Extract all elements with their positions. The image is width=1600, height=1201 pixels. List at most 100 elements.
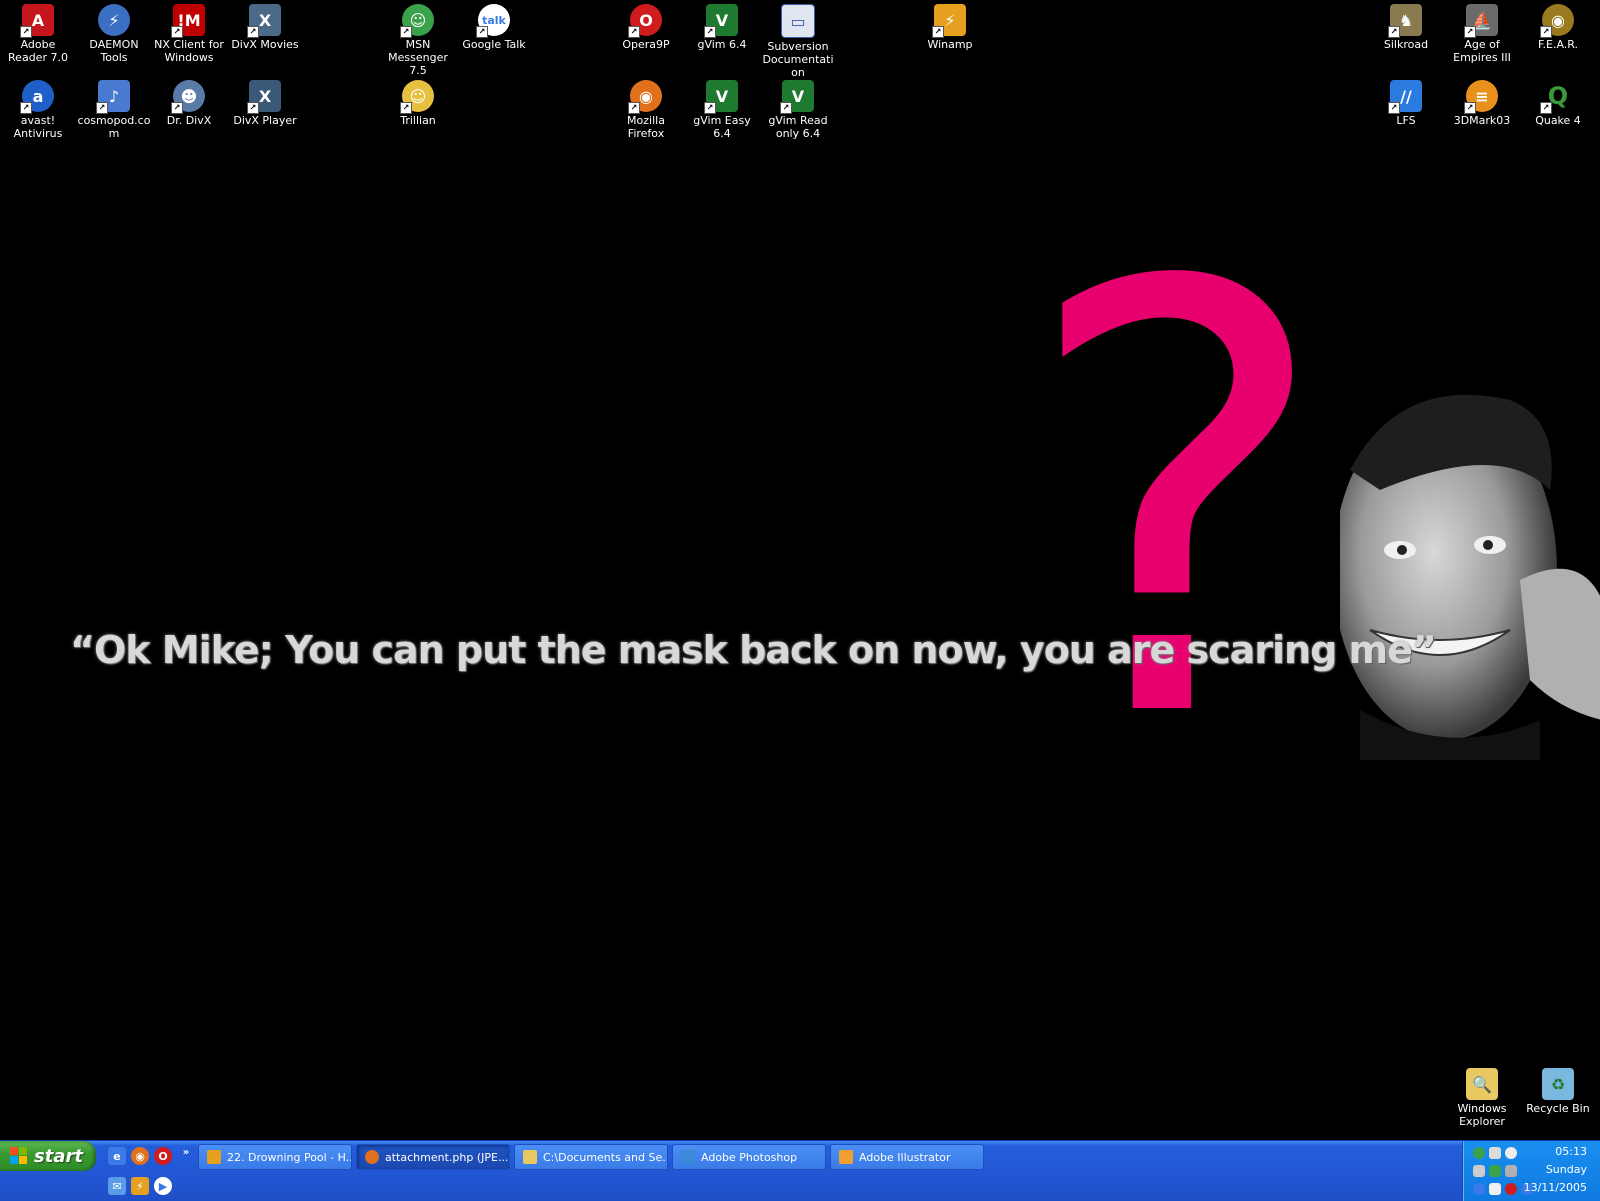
shortcut-arrow-icon: ↗ [171,26,183,38]
desktop-icon-subversion-doc[interactable]: ▭ Subversion Documentation [760,0,836,79]
clock-date: 13/11/2005 [1523,1181,1587,1194]
desktop-icon-dr-divx[interactable]: ☻ ↗ Dr. DivX [151,76,227,127]
desktop-icon-recycle-bin[interactable]: ♻ Recycle Bin [1520,1064,1596,1115]
show-more-chevron-icon[interactable]: » [177,1143,195,1161]
desktop-icon-gvim[interactable]: V ↗ gVim 6.4 [684,0,760,51]
start-label: start [34,1145,83,1167]
icon-label: gVim Easy 6.4 [693,114,751,140]
icon-label: DivX Movies [231,38,299,51]
antivirus-tray-icon[interactable] [1505,1183,1517,1195]
icon-label: NX Client for Windows [154,38,224,64]
shortcut-arrow-icon: ↗ [1388,26,1400,38]
icon-label: gVim Read only 6.4 [768,114,828,140]
shortcut-arrow-icon: ↗ [476,26,488,38]
task-button-firefox[interactable]: attachment.php (JPE... [356,1144,510,1170]
shortcut-arrow-icon: ↗ [1388,102,1400,114]
shortcut-arrow-icon: ↗ [704,102,716,114]
desktop-icon-gvim-readonly[interactable]: V ↗ gVim Read only 6.4 [760,76,836,140]
quake-icon: Q ↗ [1540,80,1574,114]
desktop: ? “Ok Mike; You can put the mask back on… [0,0,1600,1140]
icon-label: 3DMark03 [1453,114,1511,127]
windows-flag-icon [10,1147,27,1164]
gaming-icon[interactable] [1505,1165,1517,1177]
quick-launch-internet-explorer[interactable]: e [108,1147,126,1165]
shortcut-arrow-icon: ↗ [247,26,259,38]
shortcut-arrow-icon: ↗ [171,102,183,114]
icon-label: Opera9P [622,38,670,51]
wallpaper-quote: “Ok Mike; You can put the mask back on n… [70,628,1437,672]
desktop-icon-fear[interactable]: ◉ ↗ F.E.A.R. [1520,0,1596,51]
task-label: C:\Documents and Se... [543,1150,667,1164]
task-button-illustrator[interactable]: Adobe Illustrator [830,1144,984,1170]
wallpaper-portrait [1340,394,1600,760]
icon-label: Recycle Bin [1526,1102,1590,1115]
illustrator-icon [839,1150,853,1164]
quick-launch-winamp[interactable]: ⚡ [131,1177,149,1195]
desktop-icon-google-talk[interactable]: talk ↗ Google Talk [456,0,532,51]
desktop-icon-msn-messenger[interactable]: ☺ ↗ MSN Messenger 7.5 [380,0,456,77]
shortcut-arrow-icon: ↗ [932,26,944,38]
desktop-icon-daemon-tools[interactable]: ⚡ DAEMON Tools [76,0,152,64]
desktop-icon-cosmopod[interactable]: ♪ ↗ cosmopod.com [76,76,152,140]
shortcut-arrow-icon: ↗ [400,102,412,114]
speech-bubble-icon[interactable] [1505,1147,1517,1159]
volume-icon[interactable] [1489,1183,1501,1195]
desktop-icon-avast[interactable]: a ↗ avast! Antivirus [0,76,76,140]
desktop-icon-age-of-empires[interactable]: ⛵ ↗ Age of Empires III [1444,0,1520,64]
desktop-icon-3dmark[interactable]: ≡ ↗ 3DMark03 [1444,76,1520,127]
utorrent-icon[interactable] [1473,1147,1485,1159]
task-button-photoshop[interactable]: Adobe Photoshop [672,1144,826,1170]
icon-label: Winamp [927,38,973,51]
quick-launch-outlook[interactable]: ✉ [108,1177,126,1195]
task-label: Adobe Photoshop [701,1150,798,1164]
photoshop-icon [681,1150,695,1164]
desktop-icon-gvim-easy[interactable]: V ↗ gVim Easy 6.4 [684,76,760,140]
windows-explorer-icon: 🔍 [1466,1068,1498,1100]
msn-tray-icon[interactable] [1489,1147,1501,1159]
desktop-icon-divx-movies[interactable]: X ↗ DivX Movies [227,0,303,51]
shortcut-arrow-icon: ↗ [1464,26,1476,38]
task-button-winamp[interactable]: 22. Drowning Pool - H... [198,1144,352,1170]
shortcut-arrow-icon: ↗ [780,102,792,114]
desktop-icon-windows-explorer[interactable]: 🔍 Windows Explorer [1444,1064,1520,1128]
desktop-icon-firefox[interactable]: ◉ ↗ Mozilla Firefox [608,76,684,140]
quick-launch-firefox[interactable]: ◉ [131,1147,149,1165]
desktop-icon-opera[interactable]: O ↗ Opera9P [608,0,684,51]
shortcut-arrow-icon: ↗ [247,102,259,114]
task-button-explorer[interactable]: C:\Documents and Se... [514,1144,668,1170]
desktop-icon-trillian[interactable]: ☺ ↗ Trillian [380,76,456,127]
recycle-bin-icon: ♻ [1542,1068,1574,1100]
desktop-icon-divx-player[interactable]: X ↗ DivX Player [227,76,303,127]
desktop-icon-nx-client[interactable]: !M ↗ NX Client for Windows [151,0,227,64]
icon-label: DAEMON Tools [89,38,139,64]
msn-status-icon[interactable] [1489,1165,1501,1177]
desktop-icon-winamp[interactable]: ⚡ ↗ Winamp [912,0,988,51]
subversion-doc-icon: ▭ [781,4,815,38]
desktop-icon-adobe-reader[interactable]: A ↗ Adobe Reader 7.0 [0,0,76,64]
icon-label: Silkroad [1383,38,1429,51]
shortcut-arrow-icon: ↗ [96,102,108,114]
desktop-icon-quake[interactable]: Q ↗ Quake 4 [1520,76,1596,127]
daemon-tools-icon: ⚡ [98,4,130,36]
dr-divx-icon: ☻ ↗ [171,80,205,114]
shortcut-arrow-icon: ↗ [704,26,716,38]
start-button[interactable]: start [0,1141,96,1171]
shortcut-arrow-icon: ↗ [1540,26,1552,38]
clock-time[interactable]: 05:13 [1555,1145,1587,1158]
folder-icon [523,1150,537,1164]
trillian-icon: ☺ ↗ [400,80,434,114]
info-icon[interactable] [1473,1183,1485,1195]
shortcut-arrow-icon: ↗ [400,26,412,38]
quick-launch-media-player[interactable]: ▶ [154,1177,172,1195]
msn-messenger-icon: ☺ ↗ [400,4,434,38]
task-label: 22. Drowning Pool - H... [227,1150,351,1164]
quick-launch-opera[interactable]: O [154,1147,172,1165]
age-of-empires-icon: ⛵ ↗ [1464,4,1498,38]
desktop-icon-silkroad[interactable]: ♞ ↗ Silkroad [1368,0,1444,51]
icon-label: gVim 6.4 [697,38,747,51]
desktop-icon-lfs[interactable]: //↗ LFS [1368,76,1444,127]
nx-client-icon: !M ↗ [171,4,205,38]
network-icon[interactable] [1473,1165,1485,1177]
icon-label: Windows Explorer [1457,1102,1507,1128]
google-talk-icon: talk ↗ [476,4,510,38]
